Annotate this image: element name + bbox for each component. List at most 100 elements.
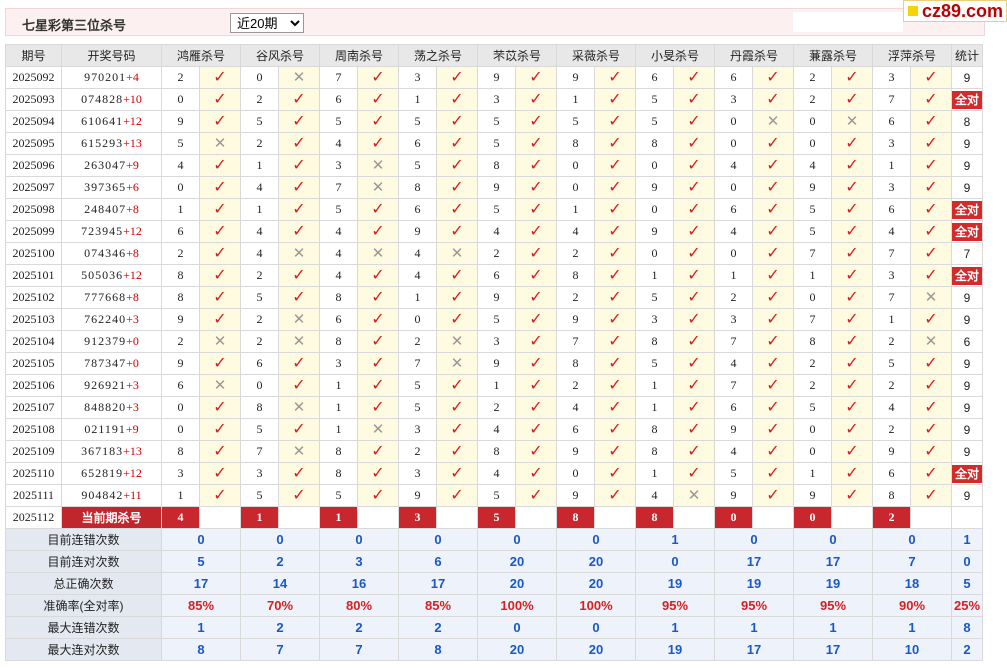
tick-icon: ✓ bbox=[213, 420, 227, 438]
result-mark-cell: ✓ bbox=[594, 462, 636, 485]
site-logo[interactable]: cz89.com bbox=[903, 0, 1007, 22]
kill-number-cell: 1 bbox=[398, 88, 437, 111]
kill-number-cell: 0 bbox=[793, 440, 832, 463]
summary-row: 目前连错次数 0 0 0 0 0 0 1 0 0 0 1 bbox=[5, 528, 984, 551]
summary-value: 0 bbox=[556, 528, 636, 551]
kill-number-cell: 8 bbox=[635, 418, 674, 441]
tick-icon: ✓ bbox=[608, 178, 622, 196]
current-empty-cell bbox=[831, 506, 873, 529]
result-mark-cell: ✓ bbox=[673, 242, 715, 265]
result-mark-cell: ✓ bbox=[752, 132, 794, 155]
cross-icon: ✕ bbox=[292, 310, 306, 328]
kill-number-cell: 1 bbox=[161, 198, 200, 221]
kill-number-cell: 9 bbox=[635, 176, 674, 199]
current-kill-number: 5 bbox=[477, 506, 516, 529]
result-mark-cell: ✓ bbox=[831, 462, 873, 485]
tick-icon: ✓ bbox=[608, 112, 622, 130]
kill-number-cell: 1 bbox=[872, 308, 911, 331]
summary-value: 80% bbox=[319, 594, 399, 617]
tick-icon: ✓ bbox=[924, 420, 938, 438]
kill-number-cell: 1 bbox=[319, 374, 358, 397]
tick-icon: ✓ bbox=[924, 398, 938, 416]
period-cell: 2025104 bbox=[5, 330, 62, 353]
result-mark-cell: ✓ bbox=[752, 418, 794, 441]
result-mark-cell: ✓ bbox=[357, 352, 399, 375]
table-row: 2025096 263047+9 4 ✓ 1 ✓ 3 ✕ 5 ✓ 8 ✓ 0 ✓ 0 ✓ 4 ✓ 4 ✓ 1 ✓ 9 bbox=[5, 154, 984, 177]
result-mark-cell: ✓ bbox=[357, 110, 399, 133]
result-mark-cell: ✓ bbox=[436, 462, 478, 485]
table-body: 2025092 970201+4 2 ✓ 0 ✕ 7 ✓ 3 ✓ 9 ✓ 9 ✓ 6 ✓ 6 ✓ 2 ✓ 3 ✓ 9 2025… bbox=[5, 66, 984, 661]
result-mark-cell: ✕ bbox=[752, 110, 794, 133]
kill-number-cell: 0 bbox=[556, 176, 595, 199]
result-mark-cell: ✓ bbox=[199, 286, 241, 309]
result-mark-cell: ✓ bbox=[831, 440, 873, 463]
result-mark-cell: ✓ bbox=[910, 66, 952, 89]
result-mark-cell: ✓ bbox=[199, 308, 241, 331]
summary-label: 目前连错次数 bbox=[5, 528, 162, 551]
kill-number-cell: 1 bbox=[319, 418, 358, 441]
result-mark-cell: ✕ bbox=[357, 418, 399, 441]
result-mark-cell: ✓ bbox=[831, 484, 873, 507]
table-row: 2025100 074346+8 2 ✓ 4 ✕ 4 ✕ 4 ✕ 2 ✓ 2 ✓ 0 ✓ 0 ✓ 7 ✓ 7 ✓ 7 bbox=[5, 242, 984, 265]
draw-numbers: 074828 bbox=[81, 92, 124, 106]
summary-value: 0 bbox=[477, 616, 557, 639]
tick-icon: ✓ bbox=[845, 420, 859, 438]
tick-icon: ✓ bbox=[450, 90, 464, 108]
kill-number-cell: 8 bbox=[477, 154, 516, 177]
result-mark-cell: ✓ bbox=[594, 352, 636, 375]
stat-cell: 9 bbox=[950, 286, 984, 309]
tick-icon: ✓ bbox=[529, 420, 543, 438]
tick-icon: ✓ bbox=[687, 68, 701, 86]
result-mark-cell: ✓ bbox=[831, 242, 873, 265]
summary-value: 0 bbox=[398, 528, 478, 551]
draw-numbers-cell: 912379+0 bbox=[61, 330, 162, 353]
result-mark-cell: ✓ bbox=[436, 176, 478, 199]
result-mark-cell: ✓ bbox=[278, 374, 320, 397]
tick-icon: ✓ bbox=[766, 398, 780, 416]
result-mark-cell: ✓ bbox=[831, 374, 873, 397]
result-mark-cell: ✓ bbox=[199, 154, 241, 177]
col-numbers: 开奖号码 bbox=[61, 44, 162, 67]
draw-numbers: 652819 bbox=[81, 466, 124, 480]
kill-number-cell: 7 bbox=[319, 66, 358, 89]
result-mark-cell: ✓ bbox=[594, 176, 636, 199]
stat-cell: 8 bbox=[950, 110, 984, 133]
tick-icon: ✓ bbox=[608, 222, 622, 240]
result-mark-cell: ✓ bbox=[199, 396, 241, 419]
tick-icon: ✓ bbox=[371, 332, 385, 350]
tick-icon: ✓ bbox=[292, 178, 306, 196]
result-mark-cell: ✓ bbox=[515, 352, 557, 375]
all-correct-badge: 全对 bbox=[952, 200, 982, 219]
kill-number-cell: 0 bbox=[714, 176, 753, 199]
result-mark-cell: ✓ bbox=[831, 132, 873, 155]
summary-value: 18 bbox=[872, 572, 952, 595]
kill-number-cell: 0 bbox=[556, 154, 595, 177]
kill-number-cell: 8 bbox=[319, 440, 358, 463]
result-mark-cell: ✓ bbox=[752, 66, 794, 89]
kill-number-cell: 9 bbox=[556, 484, 595, 507]
kill-number-cell: 0 bbox=[556, 462, 595, 485]
result-mark-cell: ✕ bbox=[278, 440, 320, 463]
summary-value: 3 bbox=[319, 550, 399, 573]
kill-number-cell: 4 bbox=[477, 220, 516, 243]
kill-number-cell: 7 bbox=[872, 88, 911, 111]
draw-numbers-cell: 367183+13 bbox=[61, 440, 162, 463]
kill-number-cell: 2 bbox=[872, 418, 911, 441]
kill-number-cell: 2 bbox=[477, 396, 516, 419]
result-mark-cell: ✕ bbox=[357, 242, 399, 265]
kill-number-cell: 9 bbox=[477, 286, 516, 309]
tick-icon: ✓ bbox=[687, 134, 701, 152]
tick-icon: ✓ bbox=[608, 376, 622, 394]
table-row: 2025102 777668+8 8 ✓ 5 ✓ 8 ✓ 1 ✓ 9 ✓ 2 ✓ 5 ✓ 2 ✓ 0 ✓ 7 ✕ 9 bbox=[5, 286, 984, 309]
result-mark-cell: ✓ bbox=[594, 374, 636, 397]
kill-number-cell: 6 bbox=[161, 220, 200, 243]
table-row: 2025098 248407+8 1 ✓ 1 ✓ 5 ✓ 6 ✓ 5 ✓ 1 ✓ 0 ✓ 6 ✓ 5 ✓ 6 ✓ 全对 bbox=[5, 198, 984, 221]
stat-cell: 9 bbox=[950, 374, 984, 397]
draw-numbers: 248407 bbox=[84, 202, 127, 216]
cross-icon: ✕ bbox=[371, 420, 385, 438]
result-mark-cell: ✓ bbox=[594, 66, 636, 89]
kill-number-cell: 9 bbox=[793, 176, 832, 199]
kill-number-cell: 9 bbox=[556, 66, 595, 89]
range-select[interactable]: 近20期 bbox=[230, 13, 304, 33]
kill-number-cell: 2 bbox=[872, 374, 911, 397]
